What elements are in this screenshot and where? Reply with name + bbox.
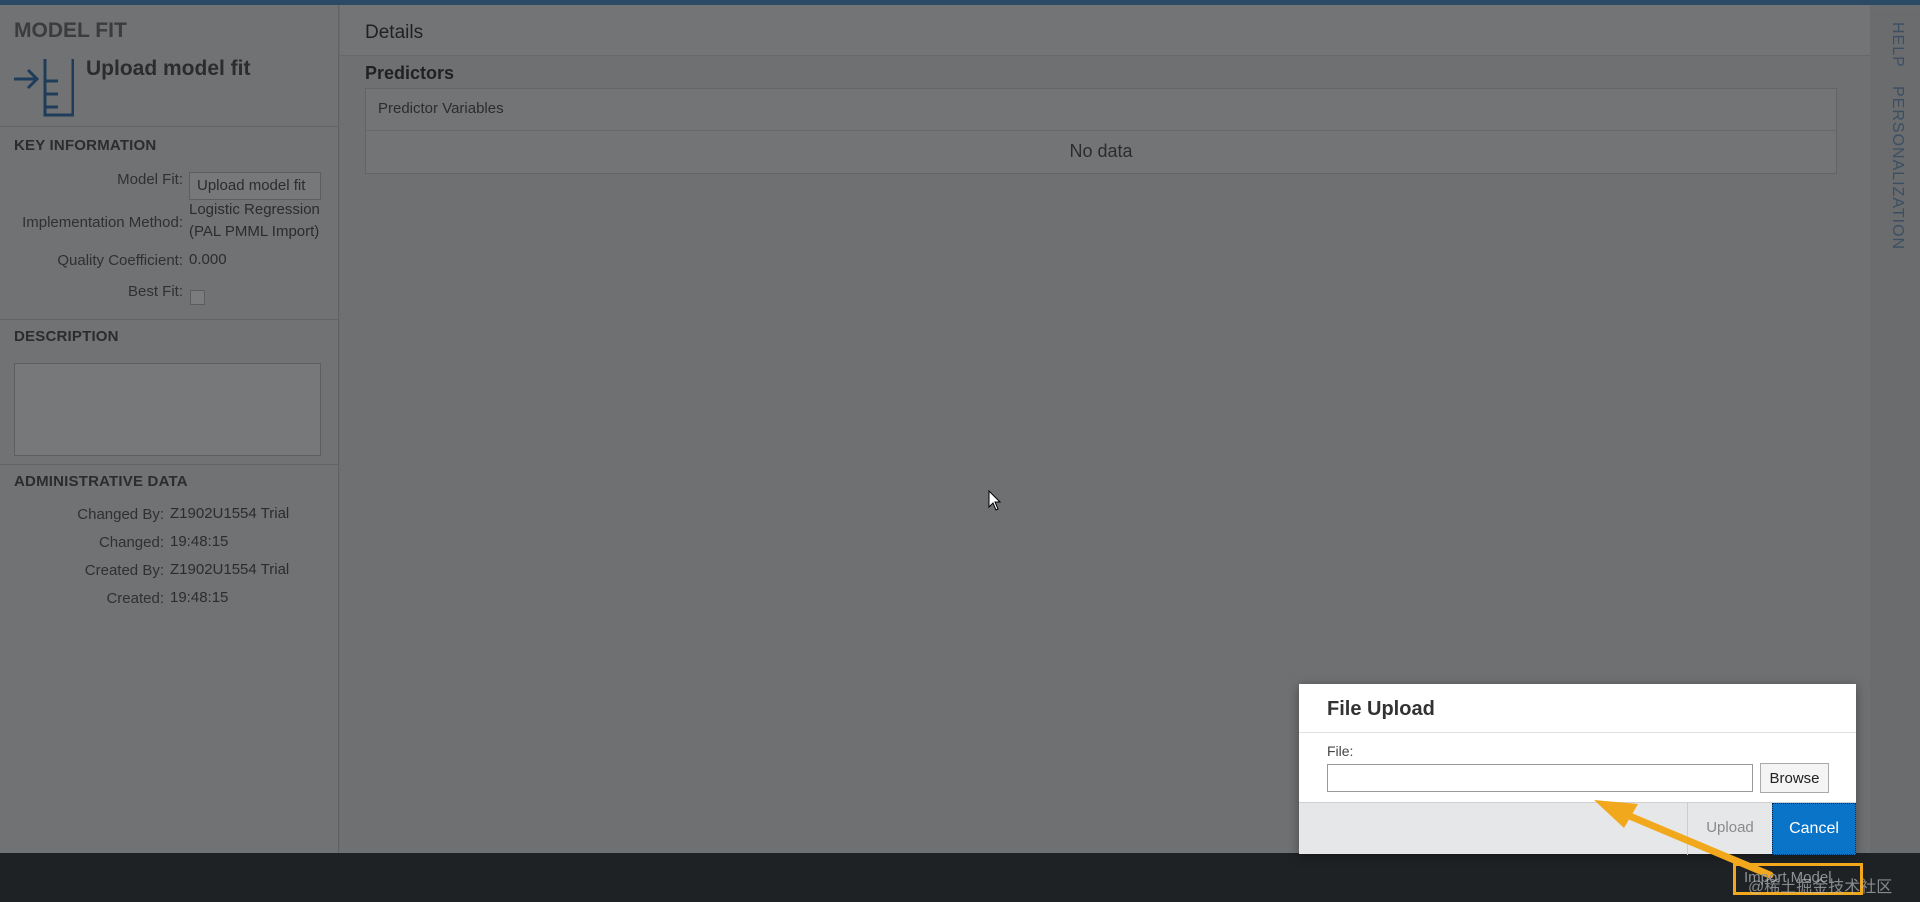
created-by-label: Created By:	[84, 562, 164, 579]
implementation-method-label: Implementation Method:	[22, 214, 183, 231]
changed-value: 19:48:15	[170, 533, 229, 550]
side-rail: HELP PERSONALIZATION	[1870, 10, 1920, 853]
divider	[0, 464, 339, 465]
model-fit-label: Model Fit:	[117, 171, 183, 188]
watermark: @稀土掘金技术社区	[1748, 879, 1893, 896]
quality-coefficient-label: Quality Coefficient:	[57, 252, 183, 269]
help-tab[interactable]: HELP	[1888, 22, 1906, 68]
divider	[0, 126, 339, 127]
key-information-heading: KEY INFORMATION	[14, 137, 157, 154]
file-path-input[interactable]	[1327, 764, 1753, 792]
implementation-method-line2: (PAL PMML Import)	[189, 223, 320, 240]
changed-by-value: Z1902U1554 Trial	[170, 505, 290, 522]
changed-by-label: Changed By:	[77, 506, 164, 523]
divider	[0, 319, 339, 320]
table-column-header[interactable]: Predictor Variables	[366, 89, 1836, 131]
created-label: Created:	[106, 590, 164, 607]
object-title: Upload model fit	[86, 57, 251, 80]
details-title: Details	[365, 22, 424, 43]
object-header-panel: MODEL FIT Upload model fit KEY INFORMATI…	[0, 5, 339, 853]
model-fit-field[interactable]: Upload model fit	[189, 172, 321, 200]
upload-model-icon	[14, 59, 74, 117]
created-value: 19:48:15	[170, 589, 229, 606]
browse-button[interactable]: Browse	[1760, 763, 1829, 793]
personalization-tab[interactable]: PERSONALIZATION	[1888, 86, 1906, 250]
divider	[1299, 732, 1856, 733]
no-data-text: No data	[1069, 141, 1133, 161]
administrative-data-heading: ADMINISTRATIVE DATA	[14, 473, 188, 490]
cancel-button[interactable]: Cancel	[1772, 803, 1856, 855]
file-label: File:	[1327, 743, 1354, 759]
implementation-method-value: Logistic Regression (PAL PMML Import)	[189, 199, 320, 243]
mouse-cursor-icon	[988, 490, 1002, 511]
predictors-table: Predictor Variables No data	[365, 88, 1837, 174]
quality-coefficient-value: 0.000	[189, 251, 227, 268]
details-section-header: Details	[340, 5, 1870, 56]
best-fit-label: Best Fit:	[127, 283, 183, 300]
predictors-title: Predictors	[365, 63, 455, 83]
description-textarea[interactable]	[14, 363, 321, 456]
dialog-title: File Upload	[1327, 698, 1435, 720]
changed-label: Changed:	[98, 534, 164, 551]
object-type-label: MODEL FIT	[14, 19, 127, 42]
created-by-value: Z1902U1554 Trial	[170, 561, 290, 578]
best-fit-checkbox[interactable]	[190, 290, 205, 305]
description-heading: DESCRIPTION	[14, 328, 119, 345]
implementation-method-line1: Logistic Regression	[189, 201, 320, 218]
